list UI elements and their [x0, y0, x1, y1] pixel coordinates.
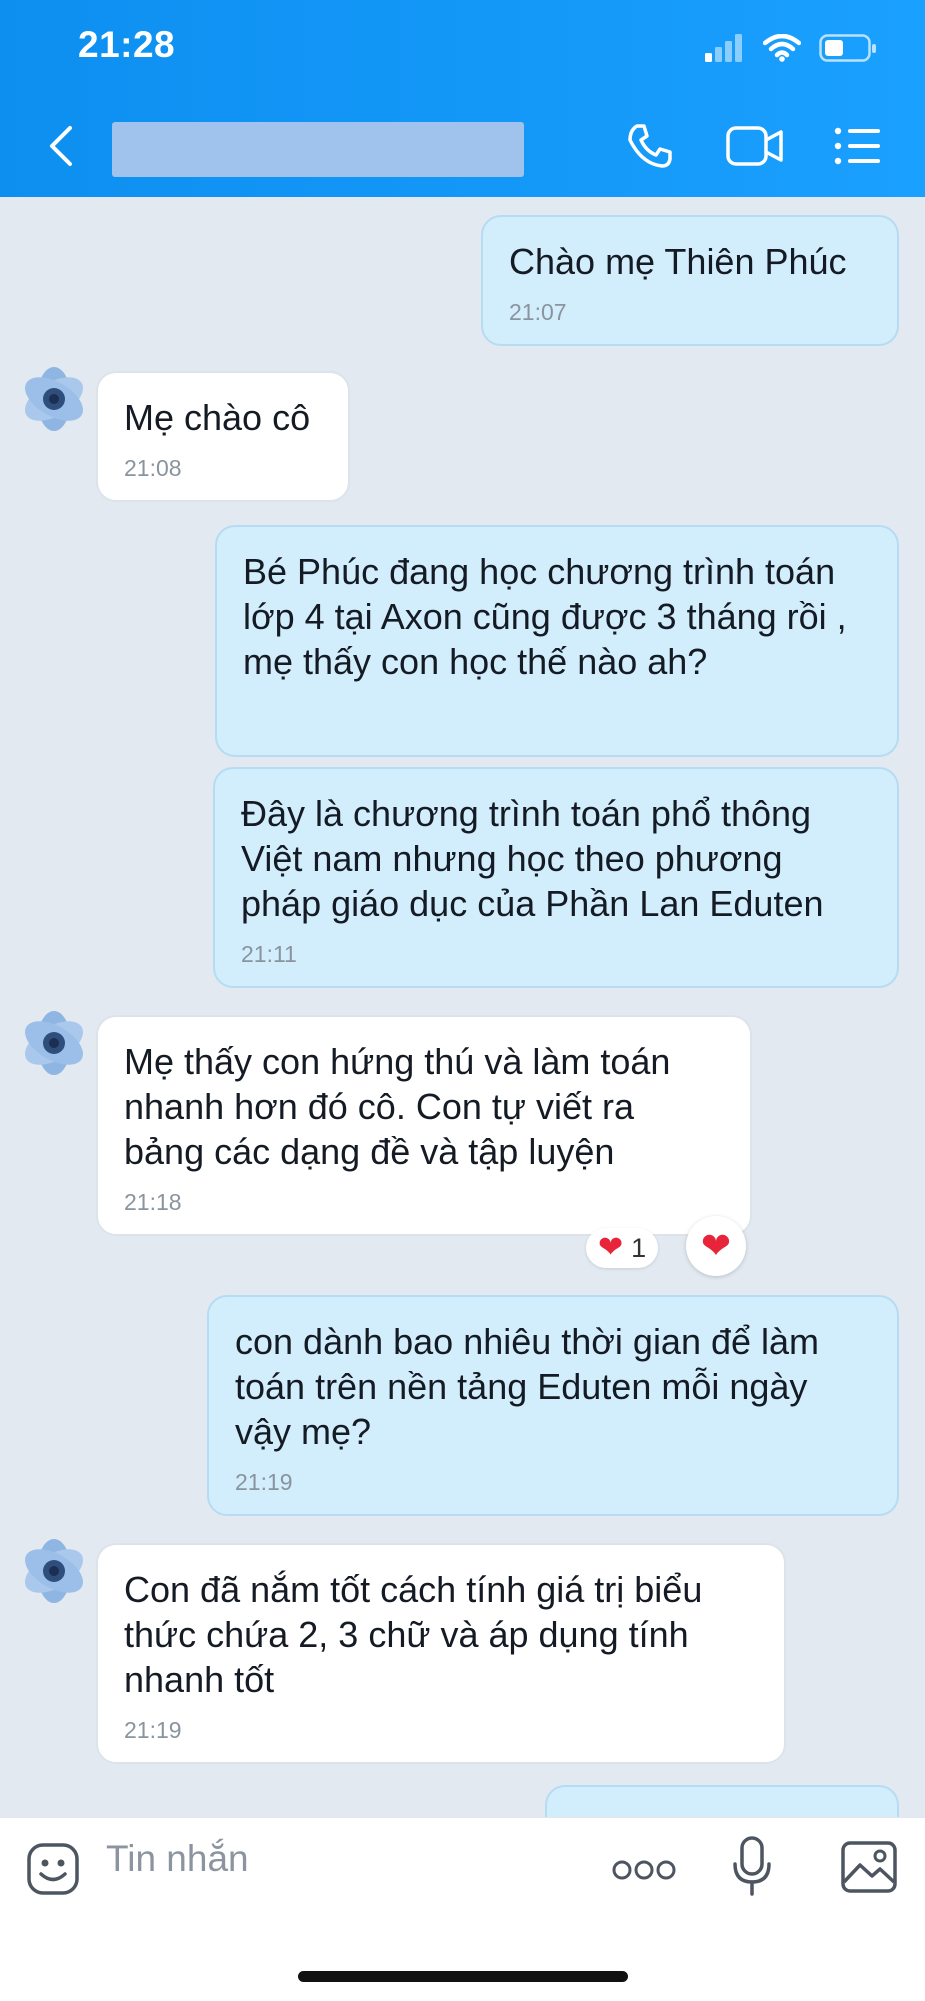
message-time: 21:18: [124, 1189, 182, 1215]
message-text: Bé Phúc đang học chương trình toán lớp 4…: [243, 551, 847, 682]
more-button[interactable]: [612, 1858, 676, 1887]
heart-icon: ❤: [598, 1231, 624, 1264]
message-bubble-outgoing[interactable]: Bé Phúc đang học chương trình toán lớp 4…: [215, 525, 899, 757]
react-button[interactable]: ❤: [686, 1216, 746, 1276]
contact-avatar[interactable]: [10, 1527, 98, 1615]
signal-icon: [705, 34, 742, 62]
phone-icon: [628, 124, 672, 168]
message-text: Mẹ chào cô: [124, 397, 311, 438]
message-list[interactable]: Chào mẹ Thiên Phúc 21:07 Mẹ chào cô 21:0…: [0, 197, 925, 1845]
message-text: Mẹ thấy con hứng thú và làm toán nhanh h…: [124, 1041, 671, 1172]
message-input-bar: Tin nhắn: [0, 1817, 925, 2001]
message-text: Con đã nắm tốt cách tính giá trị biểu th…: [124, 1569, 703, 1700]
call-button[interactable]: [626, 122, 674, 175]
message-time: 21:19: [124, 1717, 182, 1743]
reaction-count: 1: [631, 1232, 647, 1263]
back-button[interactable]: [46, 124, 76, 173]
message-bubble-incoming[interactable]: Mẹ thấy con hứng thú và làm toán nhanh h…: [96, 1015, 752, 1236]
message-time: 21:11: [241, 941, 297, 967]
message-time: 21:08: [124, 455, 182, 481]
back-icon: [50, 126, 72, 166]
contact-avatar[interactable]: [10, 999, 98, 1087]
message-bubble-outgoing[interactable]: Đây là chương trình toán phổ thông Việt …: [213, 767, 899, 988]
microphone-icon: [733, 1836, 771, 1896]
message-text: Chào mẹ Thiên Phúc: [509, 241, 847, 282]
message-bubble-incoming[interactable]: Con đã nắm tốt cách tính giá trị biểu th…: [96, 1543, 786, 1764]
voice-button[interactable]: [732, 1836, 772, 1903]
image-button[interactable]: [840, 1840, 898, 1899]
sticker-icon: [27, 1843, 79, 1895]
video-call-button[interactable]: [726, 124, 784, 173]
message-bubble-outgoing[interactable]: con dành bao nhiêu thời gian để làm toán…: [207, 1295, 899, 1516]
menu-button[interactable]: [834, 126, 882, 171]
message-time: 21:19: [235, 1469, 293, 1495]
message-text: con dành bao nhiêu thời gian để làm toán…: [235, 1321, 820, 1452]
message-input[interactable]: Tin nhắn: [106, 1838, 249, 1880]
image-icon: [841, 1841, 897, 1893]
status-time: 21:28: [78, 24, 176, 65]
heart-icon: ❤: [700, 1225, 732, 1266]
wifi-icon: [763, 34, 801, 62]
message-text: Đây là chương trình toán phổ thông Việt …: [241, 793, 824, 924]
contact-avatar[interactable]: [10, 355, 98, 443]
battery-icon: [819, 34, 876, 62]
more-icon: [612, 1860, 676, 1880]
status-icons: [705, 34, 877, 62]
message-bubble-incoming[interactable]: Mẹ chào cô 21:08: [96, 371, 350, 502]
message-time: 21:07: [509, 299, 567, 325]
reaction-summary[interactable]: ❤ 1: [586, 1228, 659, 1268]
video-call-icon: [726, 126, 783, 166]
contact-name-redacted: [112, 122, 524, 177]
menu-list-icon: [834, 127, 880, 165]
message-bubble-outgoing[interactable]: Chào mẹ Thiên Phúc 21:07: [481, 215, 899, 346]
sticker-button[interactable]: [26, 1842, 80, 1901]
home-indicator[interactable]: [298, 1971, 628, 1982]
chat-header: 21:28: [0, 0, 925, 197]
